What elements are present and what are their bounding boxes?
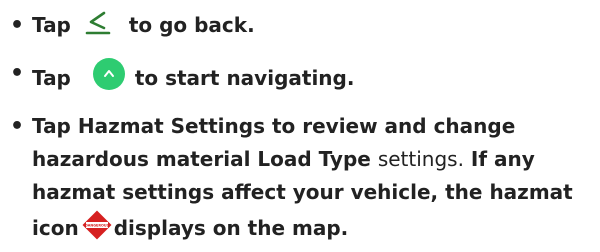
bullet-dot: • [10, 61, 25, 86]
instruction-list: • Tap to go back. • Tap to start navigat… [10, 9, 595, 245]
instruction-text: to start navigating. [134, 66, 355, 90]
instruction-start-navigation: • Tap to start navigating. [10, 57, 595, 95]
instruction-text: displays on the map. [113, 216, 349, 240]
start-navigation-icon [92, 58, 125, 90]
instruction-text: settings. [377, 147, 464, 171]
hazmat-dangerous-icon: DANGEROUS [81, 209, 113, 241]
instruction-go-back: • Tap to go back. [10, 9, 595, 42]
load-type-label: Load Type [257, 147, 371, 171]
bullet-dot: • [10, 114, 25, 139]
instruction-hazmat-settings: • Tap Hazmat Settings to review and chan… [10, 110, 595, 245]
back-chevron-icon [85, 11, 111, 35]
instruction-text: to go back. [128, 13, 255, 37]
instruction-text: Tap [32, 13, 71, 37]
instruction-text: Tap [32, 114, 71, 138]
instruction-text: Tap [32, 66, 71, 90]
svg-text:DANGEROUS: DANGEROUS [85, 224, 110, 228]
bullet-dot: • [10, 13, 25, 38]
hazmat-settings-label: Hazmat Settings [77, 114, 265, 138]
